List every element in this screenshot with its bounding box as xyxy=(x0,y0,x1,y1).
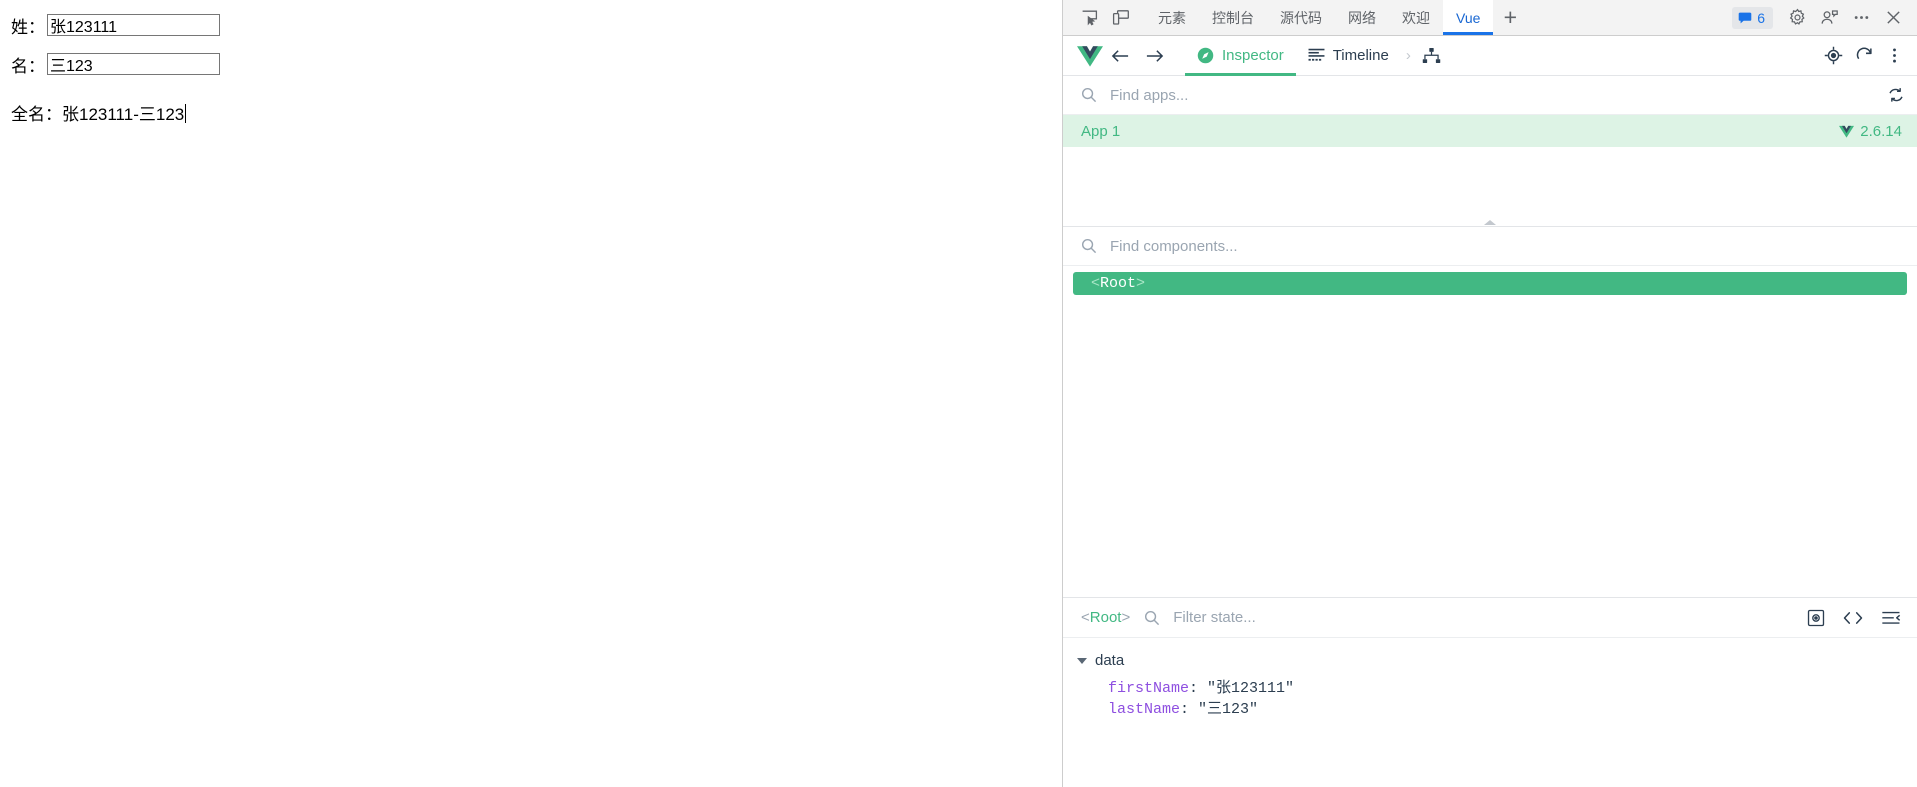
web-page-pane: 姓： 名： 全名： 张123111-三123 xyxy=(0,0,1062,787)
triangle-down-icon xyxy=(1077,657,1087,664)
state-root-close: > xyxy=(1121,609,1131,626)
tab-network[interactable]: 网络 xyxy=(1335,0,1389,35)
compass-icon xyxy=(1197,47,1214,64)
message-icon xyxy=(1738,12,1752,23)
devtools-tabs: 元素 控制台 源代码 网络 欢迎 Vue + xyxy=(1145,0,1527,35)
state-root-name: Root xyxy=(1089,609,1122,626)
tab-welcome[interactable]: 欢迎 xyxy=(1389,0,1443,35)
vue-tab-inspector-label: Inspector xyxy=(1222,47,1284,64)
full-name-row: 全名： 张123111-三123 xyxy=(0,100,1062,125)
state-root-open: < xyxy=(1081,609,1090,626)
app-list: App 1 2.6.14 xyxy=(1063,115,1917,147)
first-name-row: 姓： xyxy=(0,10,1062,40)
vue-tab-timeline-label: Timeline xyxy=(1332,47,1389,64)
device-toolbar-icon[interactable] xyxy=(1105,0,1137,35)
state-entry-list: firstName: "张123111" lastName: "三123" xyxy=(1077,678,1917,720)
close-devtools-icon[interactable] xyxy=(1878,3,1908,33)
feedback-person-icon[interactable] xyxy=(1814,3,1844,33)
find-components-input[interactable] xyxy=(1108,236,1905,256)
filter-state-input[interactable] xyxy=(1171,608,1807,627)
tab-sources[interactable]: 源代码 xyxy=(1267,0,1335,35)
add-tab-button[interactable]: + xyxy=(1493,0,1527,35)
collapse-all-icon[interactable] xyxy=(1881,610,1901,626)
last-name-input[interactable] xyxy=(47,53,220,75)
sync-apps-icon[interactable] xyxy=(1887,86,1905,104)
devtools-pane: 元素 控制台 源代码 网络 欢迎 Vue + 6 Inspector Timel… xyxy=(1062,0,1917,787)
state-entry-separator: : xyxy=(1189,680,1208,697)
search-icon xyxy=(1081,87,1097,103)
find-apps-input[interactable] xyxy=(1108,85,1887,105)
vue-logo-icon xyxy=(1077,45,1103,67)
text-caret xyxy=(185,104,187,123)
select-component-target-icon[interactable] xyxy=(1824,46,1843,65)
search-icon xyxy=(1081,238,1097,254)
first-name-label: 姓： xyxy=(11,17,45,37)
find-components-row xyxy=(1063,227,1917,266)
state-entry-value: "张123111" xyxy=(1207,680,1295,697)
view-source-code-icon[interactable] xyxy=(1843,610,1863,626)
state-entry-separator: : xyxy=(1180,701,1199,718)
app-list-area: App 1 2.6.14 xyxy=(1063,115,1917,215)
state-group-data[interactable]: data xyxy=(1077,652,1917,669)
tree-node-name: Root xyxy=(1100,275,1137,292)
app-window: 姓： 名： 全名： 张123111-三123 xyxy=(0,0,1917,787)
tree-node-open-bracket: < xyxy=(1091,275,1101,292)
first-name-input[interactable] xyxy=(47,14,220,36)
back-arrow-icon[interactable] xyxy=(1103,41,1137,71)
state-panel-header: <Root> xyxy=(1063,598,1917,638)
app-version-text: 2.6.14 xyxy=(1860,122,1902,140)
state-panel-body: data firstName: "张123111" lastName: "三12… xyxy=(1063,638,1917,720)
collapse-handle-icon xyxy=(1484,220,1496,225)
settings-gear-icon[interactable] xyxy=(1782,3,1812,33)
chevron-right-icon: › xyxy=(1405,47,1411,64)
vue-tab-timeline[interactable]: Timeline xyxy=(1296,36,1401,75)
component-tree: < Root > xyxy=(1063,266,1917,597)
state-panel-actions xyxy=(1807,609,1905,627)
message-count: 6 xyxy=(1757,9,1765,26)
tab-elements[interactable]: 元素 xyxy=(1145,0,1199,35)
full-name-label: 全名： xyxy=(11,105,62,124)
vue-toolbar-actions xyxy=(1824,46,1907,65)
forward-arrow-icon[interactable] xyxy=(1137,41,1171,71)
state-selected-component: <Root> xyxy=(1081,609,1130,626)
state-entry[interactable]: firstName: "张123111" xyxy=(1108,678,1917,699)
inspect-in-console-icon[interactable] xyxy=(1807,609,1825,627)
devtools-tabbar-actions: 6 xyxy=(1732,0,1917,35)
devtools-tabbar: 元素 控制台 源代码 网络 欢迎 Vue + 6 xyxy=(1063,0,1917,36)
timeline-icon xyxy=(1308,48,1325,61)
last-name-row: 名： xyxy=(0,49,1062,79)
vue-badge-icon xyxy=(1839,125,1855,138)
inspect-element-icon[interactable] xyxy=(1073,0,1105,35)
tree-node-root[interactable]: < Root > xyxy=(1073,272,1907,295)
tab-console[interactable]: 控制台 xyxy=(1199,0,1267,35)
tab-vue[interactable]: Vue xyxy=(1443,0,1494,35)
state-entry[interactable]: lastName: "三123" xyxy=(1108,699,1917,720)
last-name-label: 名： xyxy=(11,56,45,76)
state-panel: <Root> Filter state... data firstName: "… xyxy=(1063,597,1917,787)
full-name-value: 张123111-三123 xyxy=(62,105,185,124)
refresh-icon[interactable] xyxy=(1855,46,1874,65)
find-apps-row xyxy=(1063,76,1917,115)
vue-tab-inspector[interactable]: Inspector xyxy=(1185,36,1296,76)
component-graph-icon[interactable] xyxy=(1416,47,1448,65)
app-version: 2.6.14 xyxy=(1839,123,1902,140)
vue-toolbar: Inspector Timeline › xyxy=(1063,36,1917,76)
app-list-item[interactable]: App 1 2.6.14 xyxy=(1063,115,1917,147)
state-entry-value: "三123" xyxy=(1198,701,1259,718)
message-count-badge[interactable]: 6 xyxy=(1732,6,1773,29)
vue-more-menu-icon[interactable] xyxy=(1886,46,1903,65)
more-options-icon[interactable] xyxy=(1846,3,1876,33)
panel-splitter[interactable] xyxy=(1063,215,1917,227)
state-entry-key: firstName xyxy=(1108,680,1190,697)
state-entry-key: lastName xyxy=(1108,701,1181,718)
search-icon xyxy=(1144,610,1160,626)
tree-node-close-bracket: > xyxy=(1136,275,1146,292)
app-name: App 1 xyxy=(1081,122,1121,140)
state-group-label: data xyxy=(1095,652,1125,669)
